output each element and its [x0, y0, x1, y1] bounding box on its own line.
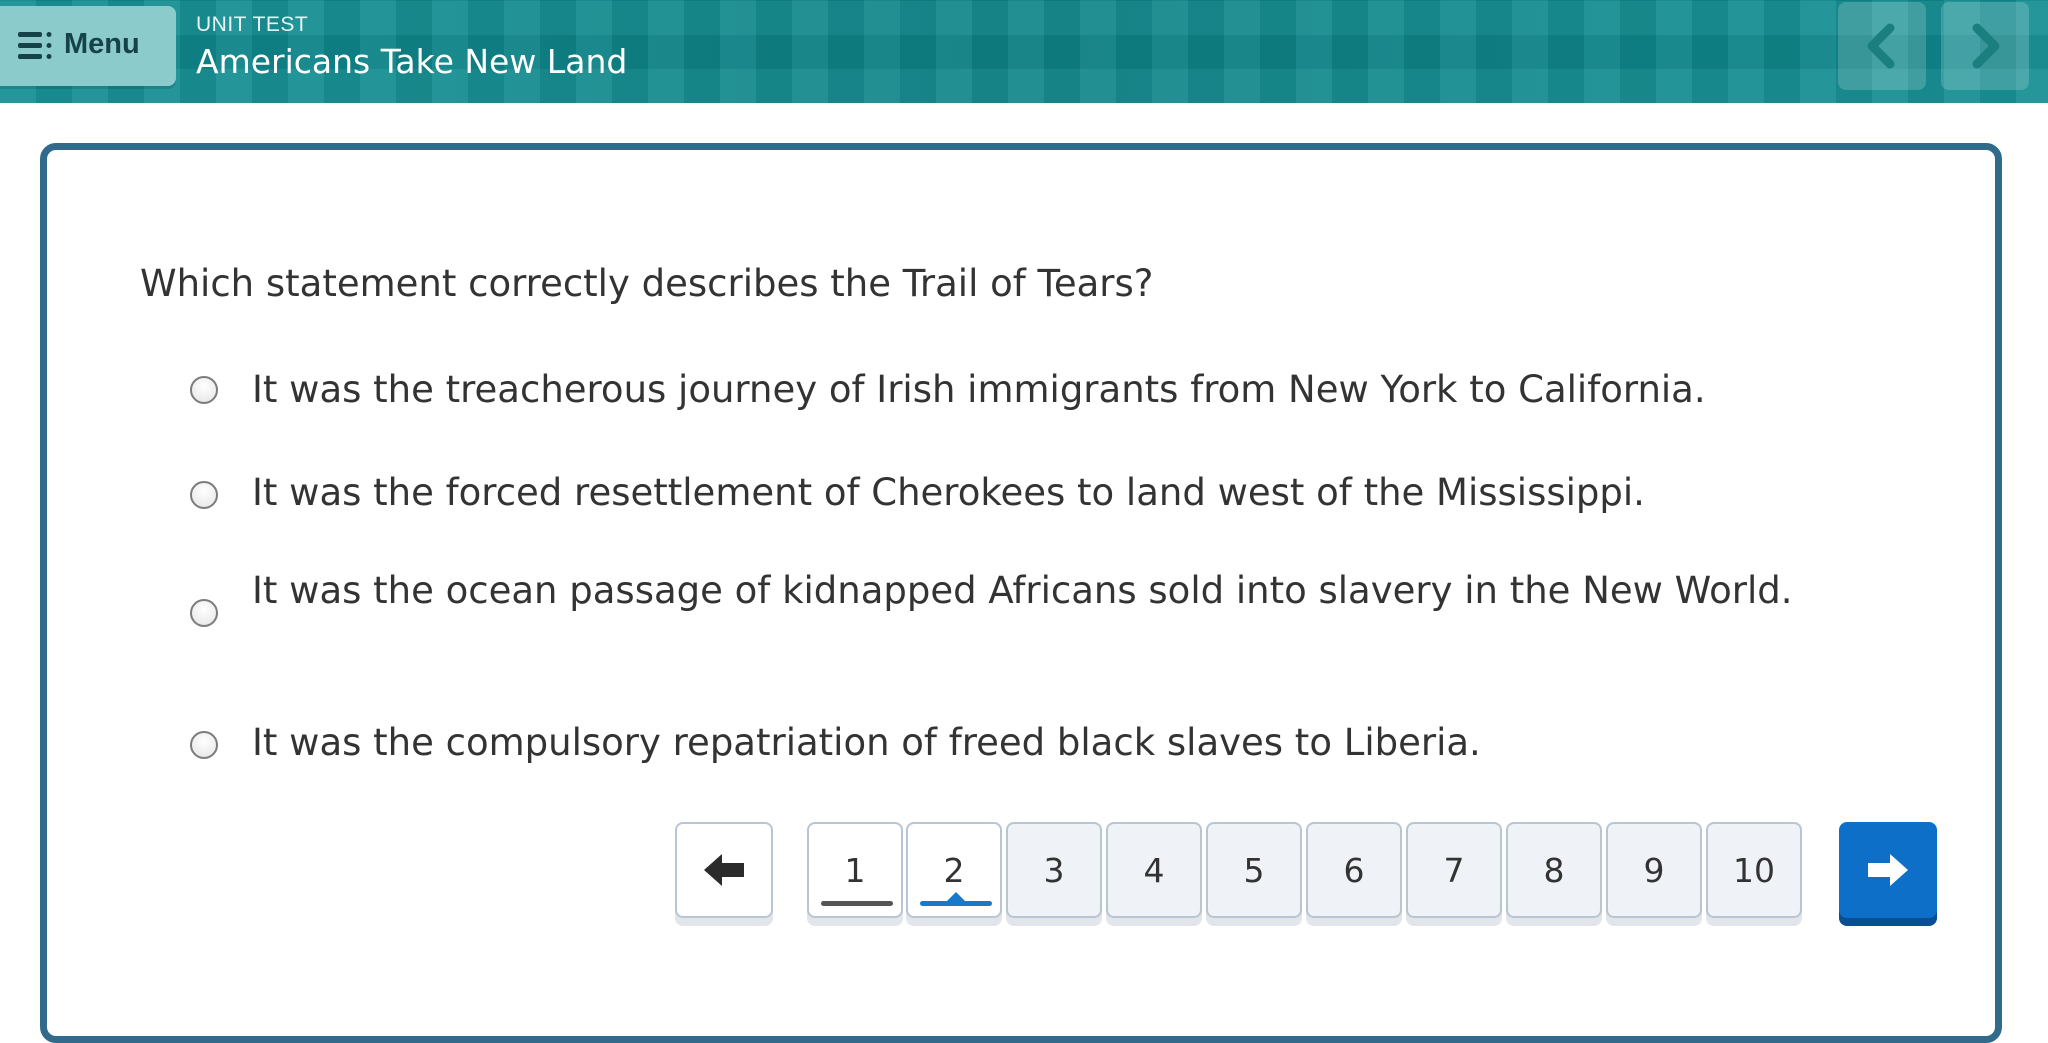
current-page-caret: [946, 892, 966, 902]
page-number: 1: [844, 850, 866, 890]
menu-label: Menu: [64, 28, 140, 60]
page-title: Americans Take New Land: [196, 42, 628, 81]
answer-option-text: It was the treacherous journey of Irish …: [252, 368, 1706, 411]
answer-option-2[interactable]: It was the forced resettlement of Cherok…: [186, 463, 1826, 523]
page-number: 5: [1243, 850, 1265, 890]
page-2-button[interactable]: 2: [906, 822, 1002, 918]
page-number: 8: [1543, 850, 1565, 890]
page-1-button[interactable]: 1: [807, 822, 903, 918]
next-question-button[interactable]: [1839, 822, 1937, 918]
page-5-button[interactable]: 5: [1206, 822, 1302, 918]
page-3-button[interactable]: 3: [1006, 822, 1102, 918]
page-number: 10: [1733, 850, 1775, 890]
top-header-bar: Menu UNIT TEST Americans Take New Land: [0, 0, 2048, 103]
answer-option-3[interactable]: It was the ocean passage of kidnapped Af…: [186, 561, 1826, 677]
arrow-left-icon: [704, 854, 744, 886]
answer-option-text: It was the forced resettlement of Cherok…: [252, 471, 1645, 514]
page-10-button[interactable]: 10: [1706, 822, 1802, 918]
page-number: 2: [943, 850, 965, 890]
page-number: 4: [1143, 850, 1165, 890]
answered-indicator: [821, 901, 893, 906]
arrow-right-icon: [1868, 854, 1908, 886]
chevron-left-icon: [1867, 23, 1895, 69]
page-6-button[interactable]: 6: [1306, 822, 1402, 918]
header-next-button[interactable]: [1941, 2, 2029, 90]
radio-button[interactable]: [190, 481, 218, 509]
unit-label: UNIT TEST: [196, 13, 309, 36]
menu-button[interactable]: Menu: [0, 6, 176, 86]
page-9-button[interactable]: 9: [1606, 822, 1702, 918]
page-number: 9: [1643, 850, 1665, 890]
answer-option-1[interactable]: It was the treacherous journey of Irish …: [186, 360, 1826, 420]
page-8-button[interactable]: 8: [1506, 822, 1602, 918]
answer-option-4[interactable]: It was the compulsory repatriation of fr…: [186, 721, 1826, 781]
page-number: 7: [1443, 850, 1465, 890]
page-number: 6: [1343, 850, 1365, 890]
header-prev-button[interactable]: [1838, 2, 1926, 90]
radio-button[interactable]: [190, 376, 218, 404]
menu-list-icon: [18, 32, 52, 59]
question-text: Which statement correctly describes the …: [140, 262, 1154, 305]
page-7-button[interactable]: 7: [1406, 822, 1502, 918]
answer-option-text: It was the ocean passage of kidnapped Af…: [252, 569, 1793, 612]
answer-option-text: It was the compulsory repatriation of fr…: [252, 721, 1481, 764]
page-number: 3: [1043, 850, 1065, 890]
previous-question-button[interactable]: [675, 822, 773, 918]
radio-button[interactable]: [190, 731, 218, 759]
page-4-button[interactable]: 4: [1106, 822, 1202, 918]
radio-button[interactable]: [190, 599, 218, 627]
chevron-right-icon: [1972, 23, 2000, 69]
